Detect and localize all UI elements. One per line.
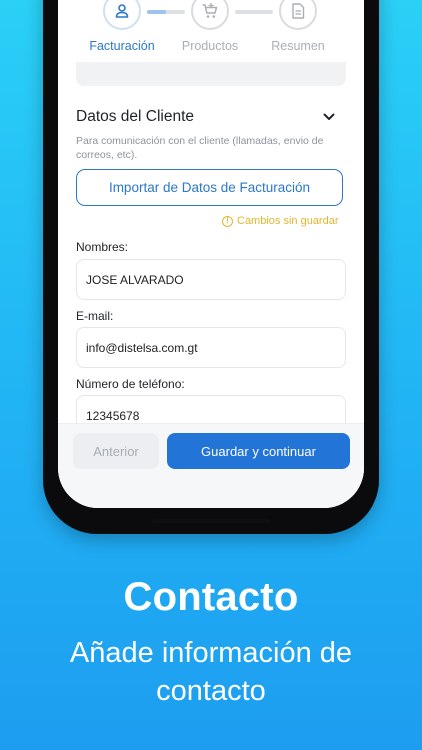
names-input[interactable] xyxy=(76,259,346,300)
previous-button[interactable]: Anterior xyxy=(73,433,159,469)
step-label-products[interactable]: Productos xyxy=(165,39,255,53)
step-summary-icon[interactable] xyxy=(279,0,317,30)
email-input[interactable] xyxy=(76,327,346,368)
step-products-icon[interactable] xyxy=(191,0,229,30)
promo-headline: Contacto xyxy=(123,575,299,619)
unsaved-changes-text: Cambios sin guardar xyxy=(237,215,339,227)
promo-subline: Añade información de contacto xyxy=(69,637,353,707)
import-billing-data-button[interactable]: Importar de Datos de Facturación xyxy=(76,169,343,206)
step-billing-icon[interactable] xyxy=(103,0,141,30)
user-icon xyxy=(115,4,129,18)
save-continue-button[interactable]: Guardar y continuar xyxy=(167,433,350,469)
bottom-action-bar: Anterior Guardar y continuar xyxy=(58,423,364,508)
step-connector-1-fill xyxy=(147,10,166,14)
step-label-billing[interactable]: Facturación xyxy=(77,39,167,53)
section-subtitle: Para comunicación con el cliente (llamad… xyxy=(76,135,324,161)
email-label: E-mail: xyxy=(76,309,114,323)
phone-frame: Facturación Productos Resumen Datos del … xyxy=(43,0,379,534)
phone-label: Número de teléfono: xyxy=(76,377,185,391)
cart-add-icon xyxy=(202,3,218,18)
home-indicator xyxy=(152,519,270,523)
step-connector-2 xyxy=(235,10,273,14)
warning-icon: ! xyxy=(222,215,233,227)
progress-stepper: Facturación Productos Resumen xyxy=(58,0,364,60)
previous-section-card xyxy=(76,62,346,86)
document-icon xyxy=(292,3,305,19)
step-connector-1 xyxy=(147,10,185,14)
section-title[interactable]: Datos del Cliente xyxy=(76,108,194,126)
step-label-summary[interactable]: Resumen xyxy=(253,39,343,53)
names-label: Nombres: xyxy=(76,240,129,254)
chevron-down-icon[interactable] xyxy=(322,112,336,122)
app-screen: Facturación Productos Resumen Datos del … xyxy=(58,0,364,508)
unsaved-changes-notice: ! Cambios sin guardar xyxy=(222,215,339,227)
